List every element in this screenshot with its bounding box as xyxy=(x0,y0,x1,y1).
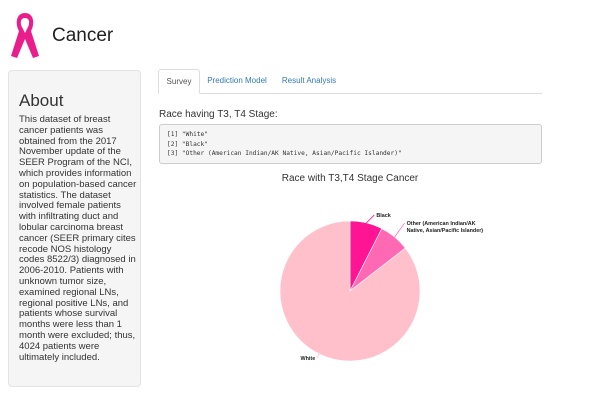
chart-title: Race with T3,T4 Stage Cancer xyxy=(281,173,419,184)
tab-prediction-model[interactable]: Prediction Model xyxy=(201,69,273,93)
pie-leader-line xyxy=(316,353,320,359)
about-heading: About xyxy=(19,91,64,110)
tab-survey[interactable]: Survey xyxy=(158,69,200,94)
tab-bar: Survey Prediction Model Result Analysis xyxy=(158,69,542,94)
pie-label: Black xyxy=(376,213,390,219)
pie-leader-line xyxy=(366,214,375,224)
app-header: Cancer xyxy=(0,0,600,68)
output-line: [1] "White" xyxy=(167,131,208,138)
about-panel: About This dataset of breast cancer pati… xyxy=(8,70,141,387)
output-line: [2] "Black" xyxy=(167,140,208,148)
about-description: This dataset of breast cancer patients w… xyxy=(19,114,137,363)
output-line: [3] "Other (American Indian/AK Native, A… xyxy=(167,150,402,157)
tab-result-analysis[interactable]: Result Analysis xyxy=(276,69,342,93)
pink-ribbon-icon xyxy=(11,13,39,58)
pie-label: Other (American Indian/AK Native, Asian/P… xyxy=(407,221,484,234)
pie-leader-line xyxy=(394,222,405,238)
pie-label: White xyxy=(301,356,316,362)
r-output-block: [1] "White" [2] "Black" [3] "Other (Amer… xyxy=(159,124,542,164)
section-label: Race having T3, T4 Stage: xyxy=(159,109,278,120)
app-title: Cancer xyxy=(52,25,114,46)
race-pie-chart: Black Other (American Indian/AK Native, As… xyxy=(279,213,484,362)
